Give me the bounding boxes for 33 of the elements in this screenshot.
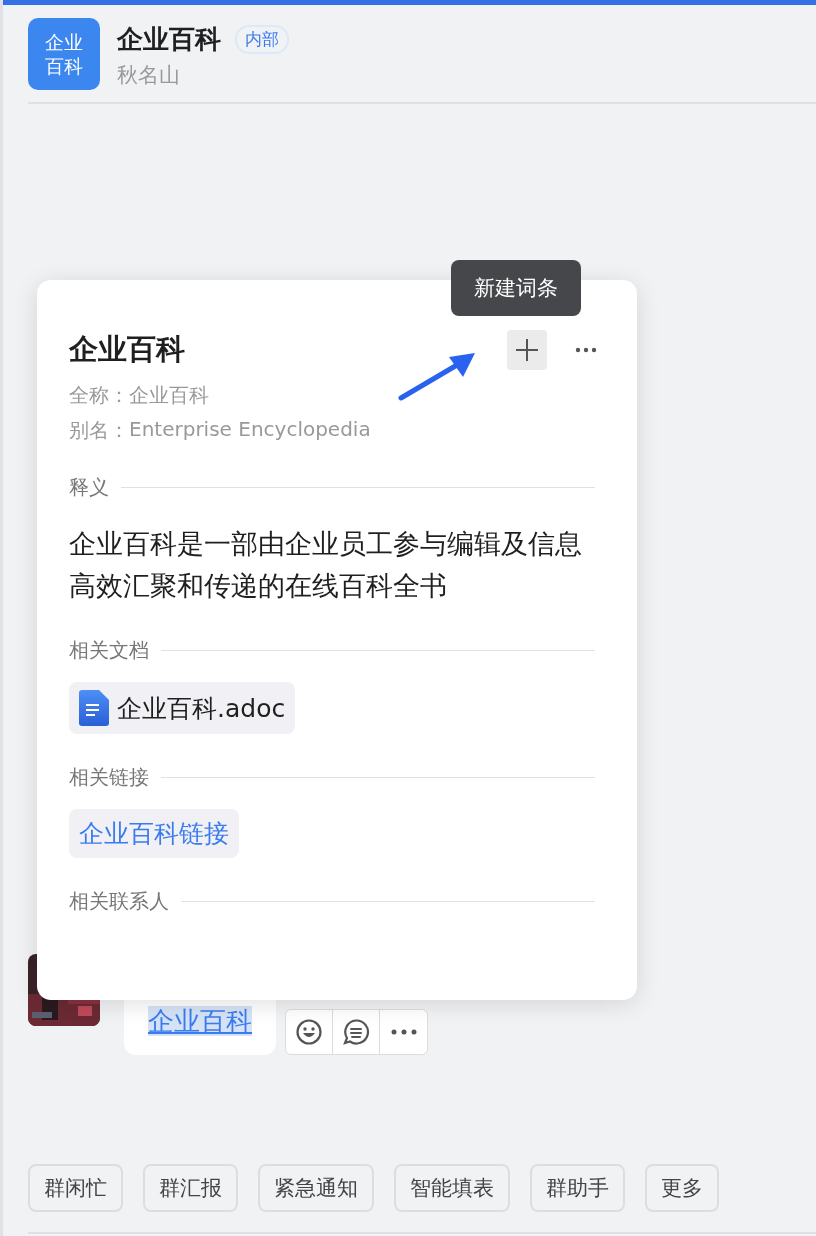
- emoji-button[interactable]: [286, 1010, 333, 1054]
- group-subtitle: 秋名山: [117, 62, 181, 89]
- section-heading: 相关链接: [69, 764, 149, 791]
- chat-bubble-icon: [342, 1018, 370, 1046]
- field-label: 全称：: [69, 382, 129, 409]
- section-heading: 相关联系人: [69, 888, 169, 915]
- quick-action-button[interactable]: 群助手: [530, 1164, 625, 1212]
- internal-tag: 内部: [235, 25, 289, 54]
- quick-action-button[interactable]: 更多: [645, 1164, 719, 1212]
- quick-action-button[interactable]: 群汇报: [143, 1164, 238, 1212]
- section-heading: 释义: [69, 474, 109, 501]
- more-icon: [389, 1028, 418, 1036]
- field-value: Enterprise Encyclopedia: [129, 417, 371, 443]
- definition-text: 企业百科是一部由企业员工参与编辑及信息高效汇聚和传递的在线百科全书: [69, 527, 583, 603]
- quick-action-button[interactable]: 群闲忙: [28, 1164, 123, 1212]
- document-chip[interactable]: 企业百科.adoc: [69, 682, 296, 734]
- quick-action-button[interactable]: 紧急通知: [258, 1164, 374, 1212]
- group-title: 企业百科: [117, 23, 221, 56]
- related-link[interactable]: 企业百科链接: [69, 809, 239, 858]
- entry-title: 企业百科: [69, 331, 186, 368]
- quick-action-button[interactable]: 智能填表: [394, 1164, 510, 1212]
- field-value: 企业百科: [129, 382, 209, 409]
- document-icon: [79, 690, 109, 726]
- more-icon: [575, 347, 597, 353]
- document-name: 企业百科.adoc: [117, 692, 286, 725]
- logo-text: 百科: [45, 54, 83, 78]
- add-button[interactable]: [507, 330, 547, 370]
- smiley-icon: [295, 1018, 323, 1046]
- section-heading: 相关文档: [69, 637, 149, 664]
- field-label: 别名：: [69, 417, 129, 444]
- plus-icon: [515, 338, 539, 362]
- logo-text: 企业: [45, 30, 83, 54]
- tooltip: 新建词条: [451, 260, 581, 316]
